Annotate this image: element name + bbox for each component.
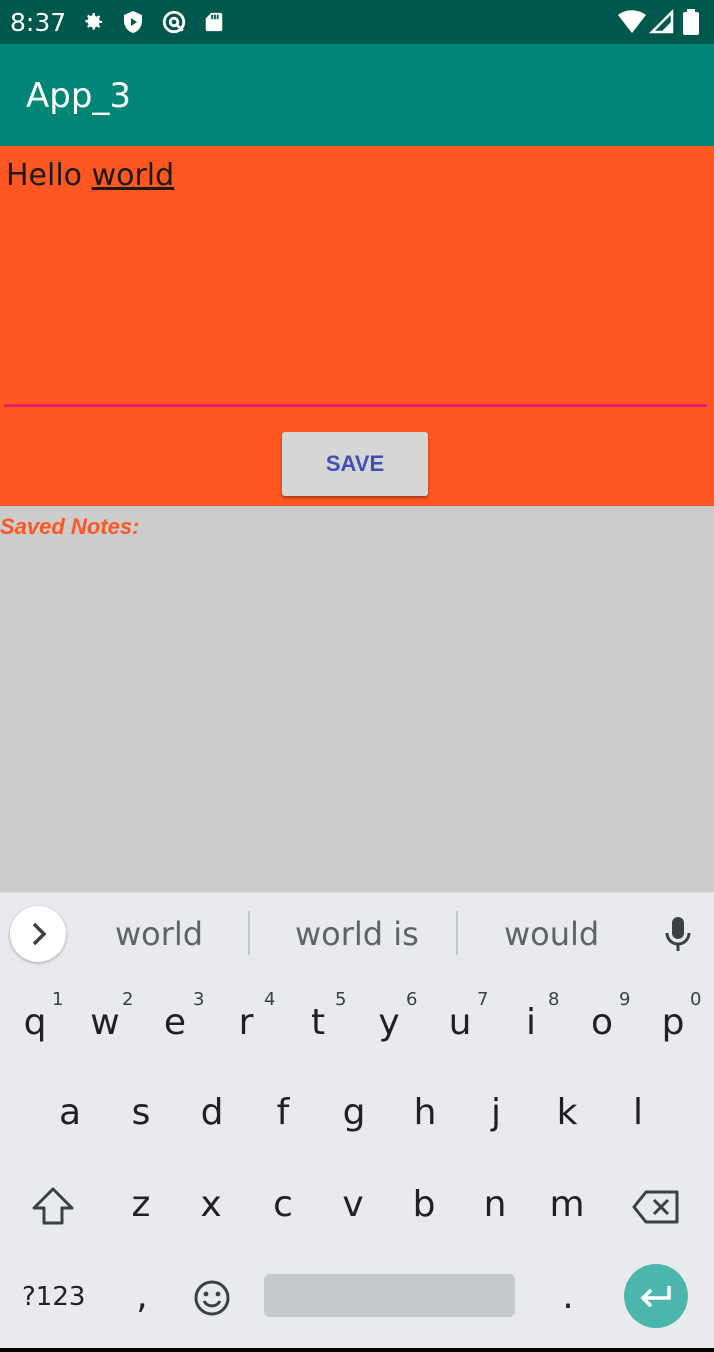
- emoji-icon[interactable]: [192, 1278, 232, 1318]
- wifi-icon: [618, 10, 646, 33]
- suggestion-divider: [248, 911, 250, 955]
- bottom-edge: [0, 1348, 714, 1352]
- app-title: App_3: [26, 76, 132, 116]
- play-protect-icon: [124, 11, 142, 33]
- key-s[interactable]: s: [111, 1092, 171, 1133]
- chevron-right-icon: [32, 922, 47, 946]
- key-o-hint: 9: [619, 989, 631, 1010]
- signal-icon: [649, 9, 674, 34]
- note-text-prefix: Hello: [6, 158, 92, 193]
- microphone-icon[interactable]: [664, 916, 692, 952]
- key-m[interactable]: m: [537, 1184, 597, 1225]
- sd-card-icon: [205, 12, 223, 32]
- key-v[interactable]: v: [323, 1184, 383, 1225]
- vpn-icon: [162, 10, 186, 34]
- enter-icon: [640, 1286, 671, 1308]
- soft-keyboard: world world is would q 1 w 2 e 3 r 4 t 5…: [0, 892, 714, 1348]
- suggestion-1[interactable]: world: [115, 915, 203, 953]
- suggestion-strip: world world is would: [0, 892, 714, 972]
- key-p-hint: 0: [690, 989, 702, 1010]
- key-d[interactable]: d: [182, 1092, 242, 1133]
- app-bar: App_3: [0, 44, 714, 146]
- key-a[interactable]: a: [40, 1092, 100, 1133]
- key-x[interactable]: x: [181, 1184, 241, 1225]
- enter-key[interactable]: [624, 1264, 688, 1328]
- key-k[interactable]: k: [537, 1092, 597, 1133]
- key-c[interactable]: c: [253, 1184, 313, 1225]
- save-button[interactable]: SAVE: [282, 432, 428, 496]
- period-key[interactable]: .: [538, 1276, 598, 1317]
- key-g[interactable]: g: [324, 1092, 384, 1133]
- status-bar: 8:37: [0, 0, 714, 44]
- note-input[interactable]: Hello world: [6, 158, 174, 193]
- key-h[interactable]: h: [395, 1092, 455, 1133]
- key-u-hint: 7: [477, 989, 489, 1010]
- saved-notes-area: Saved Notes:: [0, 506, 714, 892]
- comma-key[interactable]: ,: [112, 1276, 172, 1317]
- key-q-hint: 1: [52, 989, 64, 1010]
- key-i-hint: 8: [548, 989, 560, 1010]
- key-f[interactable]: f: [253, 1092, 313, 1133]
- expand-toolbar-button[interactable]: [10, 906, 66, 962]
- key-n[interactable]: n: [465, 1184, 525, 1225]
- key-w-hint: 2: [122, 989, 134, 1010]
- key-l[interactable]: l: [608, 1092, 668, 1133]
- backspace-icon[interactable]: [632, 1190, 680, 1224]
- space-key[interactable]: [264, 1274, 515, 1317]
- key-y-hint: 6: [406, 989, 418, 1010]
- key-j[interactable]: j: [466, 1092, 526, 1133]
- input-underline: [4, 404, 707, 407]
- shift-icon[interactable]: [30, 1186, 76, 1226]
- key-t-hint: 5: [335, 989, 347, 1010]
- note-editor-area: Hello world SAVE: [0, 146, 714, 506]
- key-z[interactable]: z: [111, 1184, 171, 1225]
- symbols-key[interactable]: ?123: [22, 1282, 85, 1312]
- status-time: 8:37: [10, 8, 67, 37]
- note-text-composing-word: world: [91, 158, 175, 193]
- battery-icon: [683, 9, 699, 35]
- gear-icon: [85, 13, 102, 30]
- key-r-hint: 4: [264, 989, 276, 1010]
- key-e-hint: 3: [193, 989, 205, 1010]
- suggestion-2[interactable]: world is: [295, 915, 419, 953]
- suggestion-3[interactable]: would: [504, 915, 599, 953]
- key-b[interactable]: b: [394, 1184, 454, 1225]
- suggestion-divider: [456, 911, 458, 955]
- saved-notes-title: Saved Notes:: [0, 514, 140, 539]
